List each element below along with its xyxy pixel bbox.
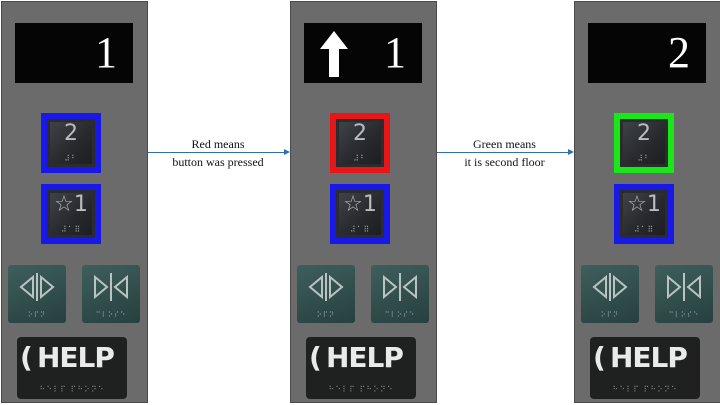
floor-display: 2 — [588, 23, 706, 83]
floor-2-label: 2 — [637, 121, 651, 146]
door-close-icon — [667, 273, 701, 301]
floor-2-label: 2 — [64, 121, 78, 146]
braille-dots: ⠼⠃ — [637, 154, 651, 163]
door-close-icon — [383, 273, 417, 301]
door-open-button[interactable]: ⠕⠏⠝ — [8, 265, 66, 323]
door-close-button[interactable]: ⠉⠇⠕⠎⠑ — [655, 265, 713, 323]
phone-icon: ( — [20, 341, 33, 374]
floor-2-button[interactable]: 2 ⠼⠃ — [330, 113, 390, 173]
floor-1-button[interactable]: ☆1 ⠼⠁⠿ — [330, 184, 390, 244]
floor-2-button[interactable]: 2 ⠼⠃ — [41, 113, 101, 173]
help-button[interactable]: ( HELP ⠓⠑⠇⠏ ⠏⠓⠕⠝⠑ — [17, 337, 127, 399]
floor-display: 1 — [304, 23, 422, 83]
caption-2: Green means it is second floor — [464, 137, 545, 169]
elevator-panel-3: 2 2 ⠼⠃ ☆1 ⠼⠁⠿ ⠕⠏⠝ ⠉⠇⠕⠎⠑ ( HELP ⠓⠑⠇⠏ ⠏⠓⠕⠝… — [574, 1, 720, 403]
help-label: HELP — [37, 341, 115, 374]
floor-2-label: 2 — [353, 121, 367, 146]
door-close-button[interactable]: ⠉⠇⠕⠎⠑ — [82, 265, 140, 323]
help-label: HELP — [610, 341, 688, 374]
floor-1-label: ☆1 — [54, 192, 88, 217]
door-open-icon — [592, 273, 628, 301]
floor-2-button[interactable]: 2 ⠼⠃ — [614, 113, 674, 173]
braille-dots: ⠼⠁⠿ — [633, 225, 655, 234]
help-label: HELP — [326, 341, 404, 374]
door-open-icon — [19, 273, 55, 301]
caption-1: Red means button was pressed — [172, 137, 264, 169]
door-close-button[interactable]: ⠉⠇⠕⠎⠑ — [371, 265, 429, 323]
braille-dots: ⠼⠁⠿ — [60, 225, 82, 234]
floor-number: 1 — [95, 28, 117, 77]
help-button[interactable]: ( HELP ⠓⠑⠇⠏ ⠏⠓⠕⠝⠑ — [306, 337, 416, 399]
elevator-panel-2: 1 2 ⠼⠃ ☆1 ⠼⠁⠿ ⠕⠏⠝ ⠉⠇⠕⠎⠑ ( HELP ⠓⠑⠇⠏ ⠏⠓⠕⠝… — [290, 1, 437, 403]
floor-number: 2 — [668, 28, 690, 77]
elevator-panel-1: 1 2 ⠼⠃ ☆1 ⠼⠁⠿ ⠕⠏⠝ ⠉⠇⠕⠎⠑ ( HELP ⠓⠑⠇⠏ ⠏⠓⠕⠝… — [1, 1, 148, 403]
braille-dots: ⠼⠃ — [353, 154, 367, 163]
phone-icon: ( — [309, 341, 322, 374]
braille-dots: ⠼⠁⠿ — [349, 225, 371, 234]
floor-1-button[interactable]: ☆1 ⠼⠁⠿ — [41, 184, 101, 244]
floor-display: 1 — [15, 23, 133, 83]
phone-icon: ( — [593, 341, 606, 374]
floor-1-label: ☆1 — [627, 192, 661, 217]
floor-1-label: ☆1 — [343, 192, 377, 217]
braille-dots: ⠼⠃ — [64, 154, 78, 163]
door-open-icon — [308, 273, 344, 301]
door-open-button[interactable]: ⠕⠏⠝ — [581, 265, 639, 323]
up-arrow-icon — [320, 31, 348, 77]
floor-1-button[interactable]: ☆1 ⠼⠁⠿ — [614, 184, 674, 244]
help-button[interactable]: ( HELP ⠓⠑⠇⠏ ⠏⠓⠕⠝⠑ — [590, 337, 700, 399]
door-close-icon — [94, 273, 128, 301]
door-open-button[interactable]: ⠕⠏⠝ — [297, 265, 355, 323]
floor-number: 1 — [384, 28, 406, 77]
